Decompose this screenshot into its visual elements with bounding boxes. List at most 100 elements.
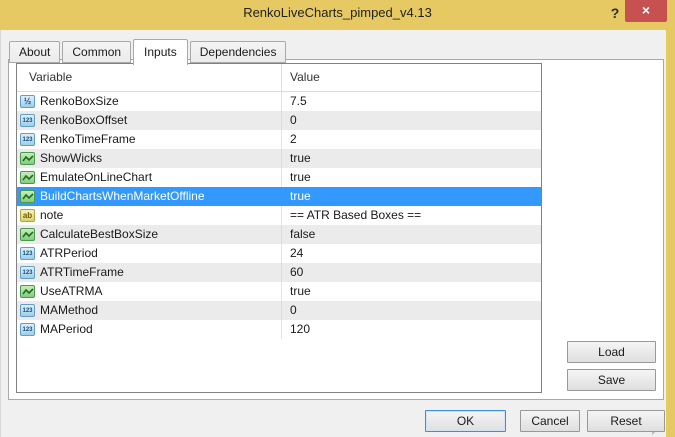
value-cell: 60 — [282, 263, 541, 282]
variable-name: MAMethod — [40, 301, 98, 320]
column-header-value[interactable]: Value — [282, 64, 541, 91]
variable-name: ATRPeriod — [40, 244, 98, 263]
variable-value: true — [290, 189, 311, 203]
variable-name: UseATRMA — [40, 282, 102, 301]
variable-name: CalculateBestBoxSize — [40, 225, 158, 244]
table-row[interactable]: 123 RenkoTimeFrame 2 — [17, 130, 541, 149]
variable-value: 60 — [290, 265, 303, 279]
bool-type-icon — [20, 171, 35, 184]
variable-value: false — [290, 227, 315, 241]
variable-cell: 123 RenkoTimeFrame — [17, 130, 282, 149]
tab-label: Inputs — [144, 45, 177, 59]
variable-value: true — [290, 170, 311, 184]
table-row[interactable]: 123 ATRPeriod 24 — [17, 244, 541, 263]
variable-cell: BuildChartsWhenMarketOffline — [17, 187, 282, 206]
bool-type-icon — [20, 152, 35, 165]
variable-cell: EmulateOnLineChart — [17, 168, 282, 187]
value-cell: true — [282, 282, 541, 301]
table-header: Variable Value — [17, 64, 541, 92]
variable-cell: 123 ATRTimeFrame — [17, 263, 282, 282]
help-button[interactable]: ? — [604, 2, 626, 24]
variable-name: RenkoTimeFrame — [40, 130, 136, 149]
variable-cell: 123 RenkoBoxOffset — [17, 111, 282, 130]
bool-type-icon — [20, 228, 35, 241]
tab-inputs[interactable]: Inputs — [133, 39, 188, 65]
tab-label: About — [19, 45, 50, 59]
table-row[interactable]: 123 RenkoBoxOffset 0 — [17, 111, 541, 130]
dialog-body: About Common Inputs Dependencies Variabl… — [0, 30, 666, 437]
table-row[interactable]: BuildChartsWhenMarketOffline true — [17, 187, 541, 206]
table-row[interactable]: CalculateBestBoxSize false — [17, 225, 541, 244]
tab-bar: About Common Inputs Dependencies — [9, 41, 288, 63]
variable-value: == ATR Based Boxes == — [290, 208, 421, 222]
bool-line-icon — [22, 173, 34, 183]
variable-name: MAPeriod — [40, 320, 93, 339]
variable-name: EmulateOnLineChart — [40, 168, 152, 187]
table-row[interactable]: EmulateOnLineChart true — [17, 168, 541, 187]
bool-line-icon — [22, 192, 34, 202]
variable-cell: 123 MAMethod — [17, 301, 282, 320]
value-cell: true — [282, 149, 541, 168]
table-row[interactable]: ab note == ATR Based Boxes == — [17, 206, 541, 225]
value-cell: 0 — [282, 301, 541, 320]
tab-about[interactable]: About — [9, 41, 60, 63]
value-cell: true — [282, 168, 541, 187]
bool-line-icon — [22, 287, 34, 297]
int-type-icon: 123 — [20, 304, 35, 317]
value-cell: true — [282, 187, 541, 206]
variable-name: ShowWicks — [40, 149, 102, 168]
variable-cell: CalculateBestBoxSize — [17, 225, 282, 244]
tab-common[interactable]: Common — [62, 41, 131, 63]
table-row[interactable]: 123 MAPeriod 120 — [17, 320, 541, 339]
reset-button[interactable]: Reset — [587, 410, 665, 432]
variable-name: note — [40, 206, 63, 225]
bool-type-icon — [20, 285, 35, 298]
ok-button[interactable]: OK — [425, 410, 506, 432]
int-type-icon: 123 — [20, 266, 35, 279]
close-button[interactable]: × — [625, 0, 667, 22]
titlebar[interactable]: RenkoLiveCharts_pimped_v4.13 ? × — [0, 0, 675, 30]
tab-label: Dependencies — [200, 45, 277, 59]
variable-name: ATRTimeFrame — [40, 263, 124, 282]
variable-value: 120 — [290, 322, 310, 336]
column-header-variable[interactable]: Variable — [17, 64, 282, 91]
variable-value: 0 — [290, 303, 297, 317]
table-rows: ½ RenkoBoxSize 7.5 123 RenkoBoxOffset 0 — [17, 92, 541, 339]
variable-cell: ½ RenkoBoxSize — [17, 92, 282, 111]
variable-value: true — [290, 151, 311, 165]
string-type-icon: ab — [20, 209, 35, 222]
variable-value: 24 — [290, 246, 303, 260]
int-type-icon: 123 — [20, 323, 35, 336]
window-title: RenkoLiveCharts_pimped_v4.13 — [0, 0, 675, 26]
table-row[interactable]: ShowWicks true — [17, 149, 541, 168]
variable-value: true — [290, 284, 311, 298]
variable-value: 0 — [290, 113, 297, 127]
bool-line-icon — [22, 154, 34, 164]
load-button[interactable]: Load — [567, 341, 656, 363]
value-cell: 24 — [282, 244, 541, 263]
value-cell: false — [282, 225, 541, 244]
variable-cell: ab note — [17, 206, 282, 225]
variable-cell: 123 ATRPeriod — [17, 244, 282, 263]
value-cell: 2 — [282, 130, 541, 149]
bool-type-icon — [20, 190, 35, 203]
window-right-border — [666, 30, 675, 437]
variable-cell: ShowWicks — [17, 149, 282, 168]
variable-value: 2 — [290, 132, 297, 146]
table-row[interactable]: 123 MAMethod 0 — [17, 301, 541, 320]
variable-name: RenkoBoxSize — [40, 92, 119, 111]
variable-value: 7.5 — [290, 94, 307, 108]
int-type-icon: 123 — [20, 133, 35, 146]
inputs-table: Variable Value ½ RenkoBoxSize 7.5 123 — [16, 63, 542, 393]
value-cell: 120 — [282, 320, 541, 339]
table-row[interactable]: ½ RenkoBoxSize 7.5 — [17, 92, 541, 111]
save-button[interactable]: Save — [567, 369, 656, 391]
value-cell: 0 — [282, 111, 541, 130]
cancel-button[interactable]: Cancel — [520, 410, 580, 432]
table-row[interactable]: UseATRMA true — [17, 282, 541, 301]
double-type-icon: ½ — [20, 95, 35, 108]
tab-dependencies[interactable]: Dependencies — [190, 41, 287, 63]
table-row[interactable]: 123 ATRTimeFrame 60 — [17, 263, 541, 282]
bool-line-icon — [22, 230, 34, 240]
int-type-icon: 123 — [20, 114, 35, 127]
